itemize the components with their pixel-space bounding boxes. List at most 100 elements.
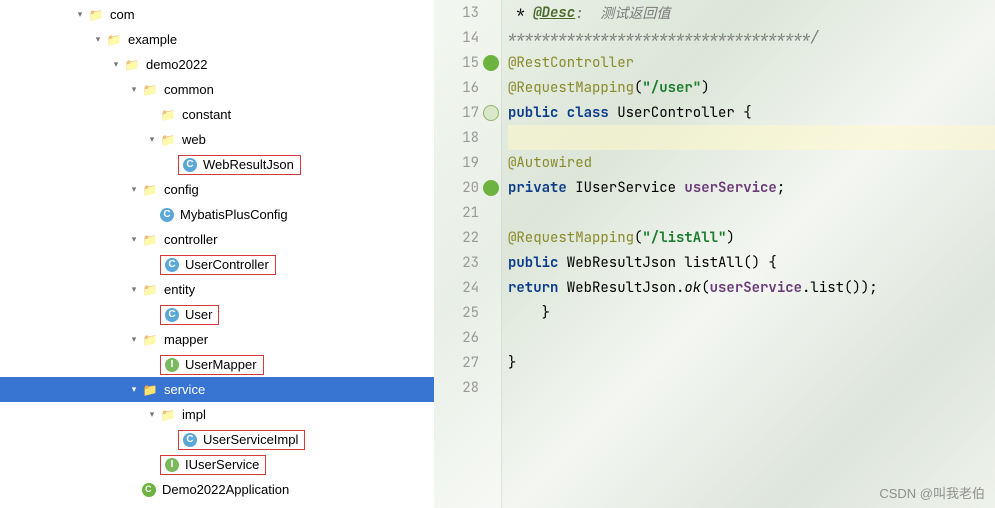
tree-item-label: IUserService — [183, 457, 261, 472]
code-area[interactable]: * @Desc : 测试返回值 ************************… — [502, 0, 995, 508]
tree-item-entity[interactable]: ▾ entity — [0, 277, 434, 302]
tree-item-label: service — [162, 382, 207, 397]
line-number: 27 — [434, 350, 501, 375]
tree-item-user[interactable]: User — [0, 302, 434, 327]
tree-item-mybatisplusconfig[interactable]: MybatisPlusConfig — [0, 202, 434, 227]
spring-leaf-icon[interactable] — [483, 55, 499, 71]
interface-icon — [165, 458, 179, 472]
tree-item-label: UserServiceImpl — [201, 432, 300, 447]
chevron-down-icon[interactable]: ▾ — [126, 182, 142, 198]
folder-icon — [142, 382, 158, 398]
folder-icon — [142, 82, 158, 98]
watermark: CSDN @叫我老伯 — [879, 483, 985, 502]
tree-item-label: impl — [180, 407, 208, 422]
tree-item-resources[interactable]: ▸resources — [0, 502, 434, 508]
line-number: 14 — [434, 25, 501, 50]
class-icon — [183, 433, 197, 447]
tree-item-label: entity — [162, 282, 197, 297]
folder-icon — [142, 332, 158, 348]
tree-item-label: Demo2022Application — [160, 482, 291, 497]
tree-item-label: example — [126, 32, 179, 47]
code-line[interactable]: public class UserController { — [508, 100, 995, 125]
tree-item-service[interactable]: ▾ service — [0, 377, 434, 402]
tree-item-com[interactable]: ▾ com — [0, 2, 434, 27]
chevron-down-icon[interactable]: ▾ — [144, 407, 160, 423]
tree-item-label: User — [183, 307, 214, 322]
folder-icon — [142, 182, 158, 198]
tree-item-label: MybatisPlusConfig — [178, 207, 290, 222]
code-editor[interactable]: 13141516171819202122232425262728 * @Desc… — [434, 0, 995, 508]
tree-item-usermapper[interactable]: UserMapper — [0, 352, 434, 377]
line-number: 17 — [434, 100, 501, 125]
code-line[interactable] — [508, 375, 995, 400]
line-number: 19 — [434, 150, 501, 175]
chevron-down-icon[interactable]: ▾ — [144, 132, 160, 148]
code-line[interactable] — [508, 125, 995, 150]
tree-item-common[interactable]: ▾common — [0, 77, 434, 102]
tree-item-webresultjson[interactable]: WebResultJson — [0, 152, 434, 177]
tree-item-label: UserController — [183, 257, 271, 272]
spring-bean-icon[interactable] — [483, 105, 499, 121]
tree-item-userserviceimpl[interactable]: UserServiceImpl — [0, 427, 434, 452]
tree-item-label: config — [162, 182, 201, 197]
spring-leaf-icon[interactable] — [483, 180, 499, 196]
class-icon — [160, 208, 174, 222]
highlight-box: UserMapper — [160, 355, 264, 375]
chevron-down-icon[interactable]: ▾ — [126, 382, 142, 398]
code-line[interactable]: return WebResultJson.ok(userService.list… — [508, 275, 995, 300]
code-line[interactable] — [508, 325, 995, 350]
tree-item-impl[interactable]: ▾ impl — [0, 402, 434, 427]
line-number: 23 — [434, 250, 501, 275]
tree-item-example[interactable]: ▾ example — [0, 27, 434, 52]
tree-item-demo2022[interactable]: ▾ demo2022 — [0, 52, 434, 77]
folder-icon — [160, 407, 176, 423]
line-number: 28 — [434, 375, 501, 400]
chevron-down-icon[interactable]: ▾ — [126, 332, 142, 348]
code-line[interactable]: @RequestMapping("/user") — [508, 75, 995, 100]
project-tree[interactable]: ▾com▾example▾demo2022▾commonconstant▾web… — [0, 0, 434, 508]
tree-item-label: com — [108, 7, 137, 22]
folder-icon — [160, 107, 176, 123]
tree-item-controller[interactable]: ▾ controller — [0, 227, 434, 252]
tree-item-web[interactable]: ▾web — [0, 127, 434, 152]
code-line[interactable]: @Autowired — [508, 150, 995, 175]
tree-item-label: demo2022 — [144, 57, 209, 72]
tree-item-demo2022application[interactable]: Demo2022Application — [0, 477, 434, 502]
code-line[interactable]: } — [508, 300, 995, 325]
tree-item-usercontroller[interactable]: UserController — [0, 252, 434, 277]
chevron-down-icon[interactable]: ▾ — [126, 232, 142, 248]
tree-item-config[interactable]: ▾ config — [0, 177, 434, 202]
code-line[interactable]: ************************************/ — [508, 25, 995, 50]
highlight-box: UserController — [160, 255, 276, 275]
chevron-down-icon[interactable]: ▾ — [90, 32, 106, 48]
chevron-down-icon[interactable]: ▾ — [126, 282, 142, 298]
tree-item-label: UserMapper — [183, 357, 259, 372]
tree-item-label: controller — [162, 232, 219, 247]
chevron-down-icon[interactable]: ▾ — [126, 82, 142, 98]
tree-item-constant[interactable]: constant — [0, 102, 434, 127]
folder-icon — [160, 132, 176, 148]
code-line[interactable]: private IUserService userService; — [508, 175, 995, 200]
line-number: 13 — [434, 0, 501, 25]
chevron-down-icon[interactable]: ▾ — [108, 57, 124, 73]
folder-icon — [106, 32, 122, 48]
tree-item-iuserservice[interactable]: IUserService — [0, 452, 434, 477]
chevron-down-icon[interactable]: ▾ — [72, 7, 88, 23]
code-line[interactable]: public WebResultJson listAll() { — [508, 250, 995, 275]
highlight-box: User — [160, 305, 219, 325]
code-line[interactable]: } — [508, 350, 995, 375]
line-number: 21 — [434, 200, 501, 225]
class-icon — [183, 158, 197, 172]
highlight-box: WebResultJson — [178, 155, 301, 175]
editor-gutter: 13141516171819202122232425262728 — [434, 0, 502, 508]
line-number: 18 — [434, 125, 501, 150]
code-line[interactable]: @RestController — [508, 50, 995, 75]
code-line[interactable]: * @Desc : 测试返回值 — [508, 0, 995, 25]
highlight-box: IUserService — [160, 455, 266, 475]
code-line[interactable]: @RequestMapping("/listAll") — [508, 225, 995, 250]
line-number: 25 — [434, 300, 501, 325]
tree-item-mapper[interactable]: ▾mapper — [0, 327, 434, 352]
tree-item-label: WebResultJson — [201, 157, 296, 172]
line-number: 24 — [434, 275, 501, 300]
code-line[interactable] — [508, 200, 995, 225]
